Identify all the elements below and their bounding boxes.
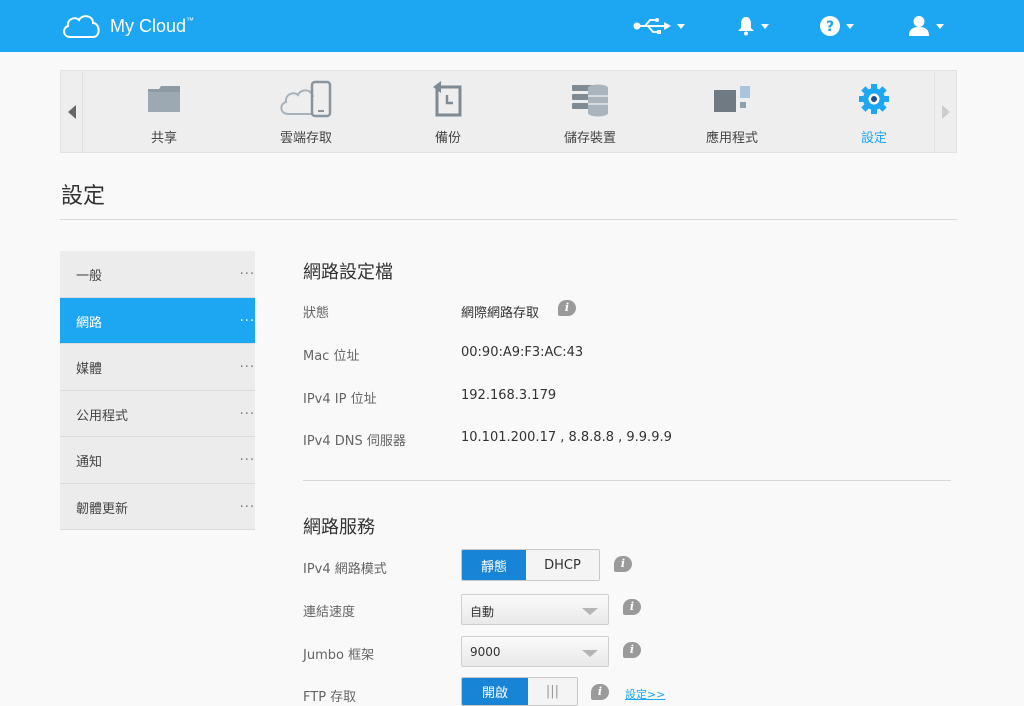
static-mode-button[interactable]: 靜態 [462, 550, 526, 580]
toggle-handle[interactable]: ||| [528, 678, 577, 705]
more-dots: ... [239, 263, 255, 278]
folder-icon [148, 86, 180, 112]
chevron-down-icon [582, 608, 598, 615]
link-speed-select[interactable]: 自動 [461, 594, 609, 625]
nav-item-cloud-access[interactable]: 雲端存取 [246, 71, 366, 152]
ipv4-mode-toggle: 靜態 DHCP [461, 549, 600, 581]
top-bar: My Cloud™ ? [0, 0, 1024, 52]
nav-label: 儲存裝置 [563, 131, 616, 146]
more-dots: ... [239, 495, 255, 511]
app-name: My Cloud™ [110, 15, 195, 36]
more-dots: ... [239, 309, 255, 325]
sidebar-item-general[interactable]: 一般 ... [60, 251, 255, 298]
more-dots: ... [239, 449, 255, 464]
svg-text:?: ? [826, 19, 834, 35]
select-value: 自動 [470, 605, 495, 619]
nav-item-settings[interactable]: 設定 [814, 71, 934, 152]
usb-menu[interactable] [633, 12, 685, 40]
network-profile-title: 網路設定檔 [303, 262, 393, 283]
arrow-left-icon [67, 104, 76, 119]
status-value: 網際網路存取 [461, 306, 540, 321]
sidebar-item-media[interactable]: 媒體 ... [60, 344, 255, 391]
sidebar-item-notifications[interactable]: 通知 ... [60, 437, 255, 484]
link-speed-label: 連結速度 [303, 605, 356, 620]
nav-item-apps[interactable]: 應用程式 [672, 71, 792, 152]
nav-next-button[interactable] [934, 71, 956, 152]
jumbo-frame-label: Jumbo 框架 [303, 648, 375, 663]
sidebar-item-utilities[interactable]: 公用程式 ... [60, 390, 255, 437]
sidebar-item-label: 一般 [76, 269, 103, 284]
chevron-down-icon [846, 23, 854, 29]
nav-item-storage[interactable]: 儲存裝置 [530, 71, 650, 152]
arrow-right-icon [941, 104, 950, 119]
info-icon[interactable]: i [558, 300, 576, 316]
ipv4-address-label: IPv4 IP 位址 [303, 392, 377, 407]
settings-sidebar: 一般 ... 網路 ... 媒體 ... 公用程式 ... 通知 ... 韌體更… [60, 251, 255, 530]
sidebar-item-label: 公用程式 [76, 408, 129, 424]
jumbo-frame-select[interactable]: 9000 [461, 636, 609, 667]
chevron-down-icon [761, 23, 769, 29]
sidebar-item-label: 通知 [76, 455, 103, 470]
nav-label: 共享 [150, 131, 177, 146]
main-nav: 共享 雲端存取 備份 儲存裝置 應用程式 設定 [60, 70, 957, 153]
page-title: 設定 [61, 184, 106, 209]
info-icon[interactable]: i [623, 599, 641, 615]
usb-icon [633, 18, 671, 34]
storage-icon [572, 84, 608, 117]
ftp-settings-link[interactable]: 設定>> [625, 686, 665, 702]
cloud-device-icon [280, 80, 332, 118]
bell-icon [738, 17, 754, 36]
section-divider [303, 480, 951, 481]
ftp-access-label: FTP 存取 [303, 690, 357, 705]
more-dots: ... [239, 402, 255, 418]
alerts-menu[interactable] [737, 12, 769, 40]
more-dots: ... [239, 356, 255, 371]
cloud-logo-icon [63, 15, 100, 38]
ipv4-dns-value: 10.101.200.17 , 8.8.8.8 , 9.9.9.9 [461, 430, 672, 445]
info-icon[interactable]: i [614, 556, 632, 572]
ipv4-dns-label: IPv4 DNS 伺服器 [303, 434, 406, 449]
sidebar-item-network[interactable]: 網路 ... [60, 297, 255, 344]
nav-prev-button[interactable] [61, 71, 83, 152]
mac-address-label: Mac 位址 [303, 349, 360, 364]
user-menu[interactable] [908, 12, 944, 40]
ftp-on-button[interactable]: 開啟 [462, 678, 528, 705]
backup-icon [433, 81, 462, 117]
ipv4-address-value: 192.168.3.179 [461, 388, 557, 403]
sidebar-item-label: 網路 [76, 315, 103, 331]
nav-label: 備份 [434, 131, 461, 146]
user-icon [909, 16, 929, 36]
dhcp-mode-button[interactable]: DHCP [526, 550, 599, 580]
title-divider [60, 219, 957, 220]
status-label: 狀態 [303, 306, 330, 321]
sidebar-item-label: 媒體 [76, 362, 103, 377]
nav-label: 應用程式 [705, 131, 758, 146]
apps-icon [714, 86, 750, 112]
chevron-down-icon [677, 23, 685, 29]
select-value: 9000 [470, 645, 501, 659]
info-icon[interactable]: i [623, 642, 641, 658]
mac-address-value: 00:90:A9:F3:AC:43 [461, 345, 584, 360]
help-menu[interactable]: ? [820, 12, 854, 40]
help-icon: ? [820, 16, 840, 36]
chevron-down-icon [582, 650, 598, 657]
network-services-title: 網路服務 [303, 517, 375, 538]
logo[interactable]: My Cloud™ [60, 12, 194, 40]
nav-item-backup[interactable]: 備份 [388, 71, 508, 152]
ipv4-mode-label: IPv4 網路模式 [303, 562, 387, 577]
sidebar-item-label: 韌體更新 [76, 501, 129, 517]
nav-label: 雲端存取 [279, 131, 332, 146]
gear-icon [859, 84, 889, 114]
sidebar-item-firmware[interactable]: 韌體更新 ... [60, 483, 255, 530]
ftp-access-toggle[interactable]: 開啟 ||| [461, 677, 578, 706]
nav-item-share[interactable]: 共享 [104, 71, 224, 152]
nav-label: 設定 [860, 131, 887, 146]
info-icon[interactable]: i [591, 684, 609, 700]
chevron-down-icon [936, 23, 944, 29]
